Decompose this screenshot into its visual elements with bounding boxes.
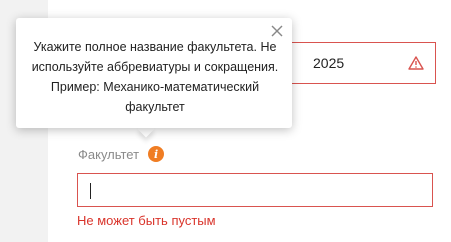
faculty-input[interactable] — [77, 173, 433, 207]
info-icon[interactable]: i — [148, 146, 165, 162]
text-caret — [90, 183, 91, 199]
faculty-error-message: Не может быть пустым — [77, 213, 216, 228]
warning-icon — [408, 56, 424, 70]
close-icon[interactable] — [269, 23, 285, 39]
faculty-label: Факультет — [78, 146, 140, 162]
faculty-label-row: Факультет i — [78, 144, 165, 164]
tooltip-text: Укажите полное название факультета. Не и… — [31, 40, 279, 114]
year-value: 2025 — [313, 55, 345, 71]
faculty-help-tooltip: Укажите полное название факультета. Не и… — [16, 18, 292, 128]
